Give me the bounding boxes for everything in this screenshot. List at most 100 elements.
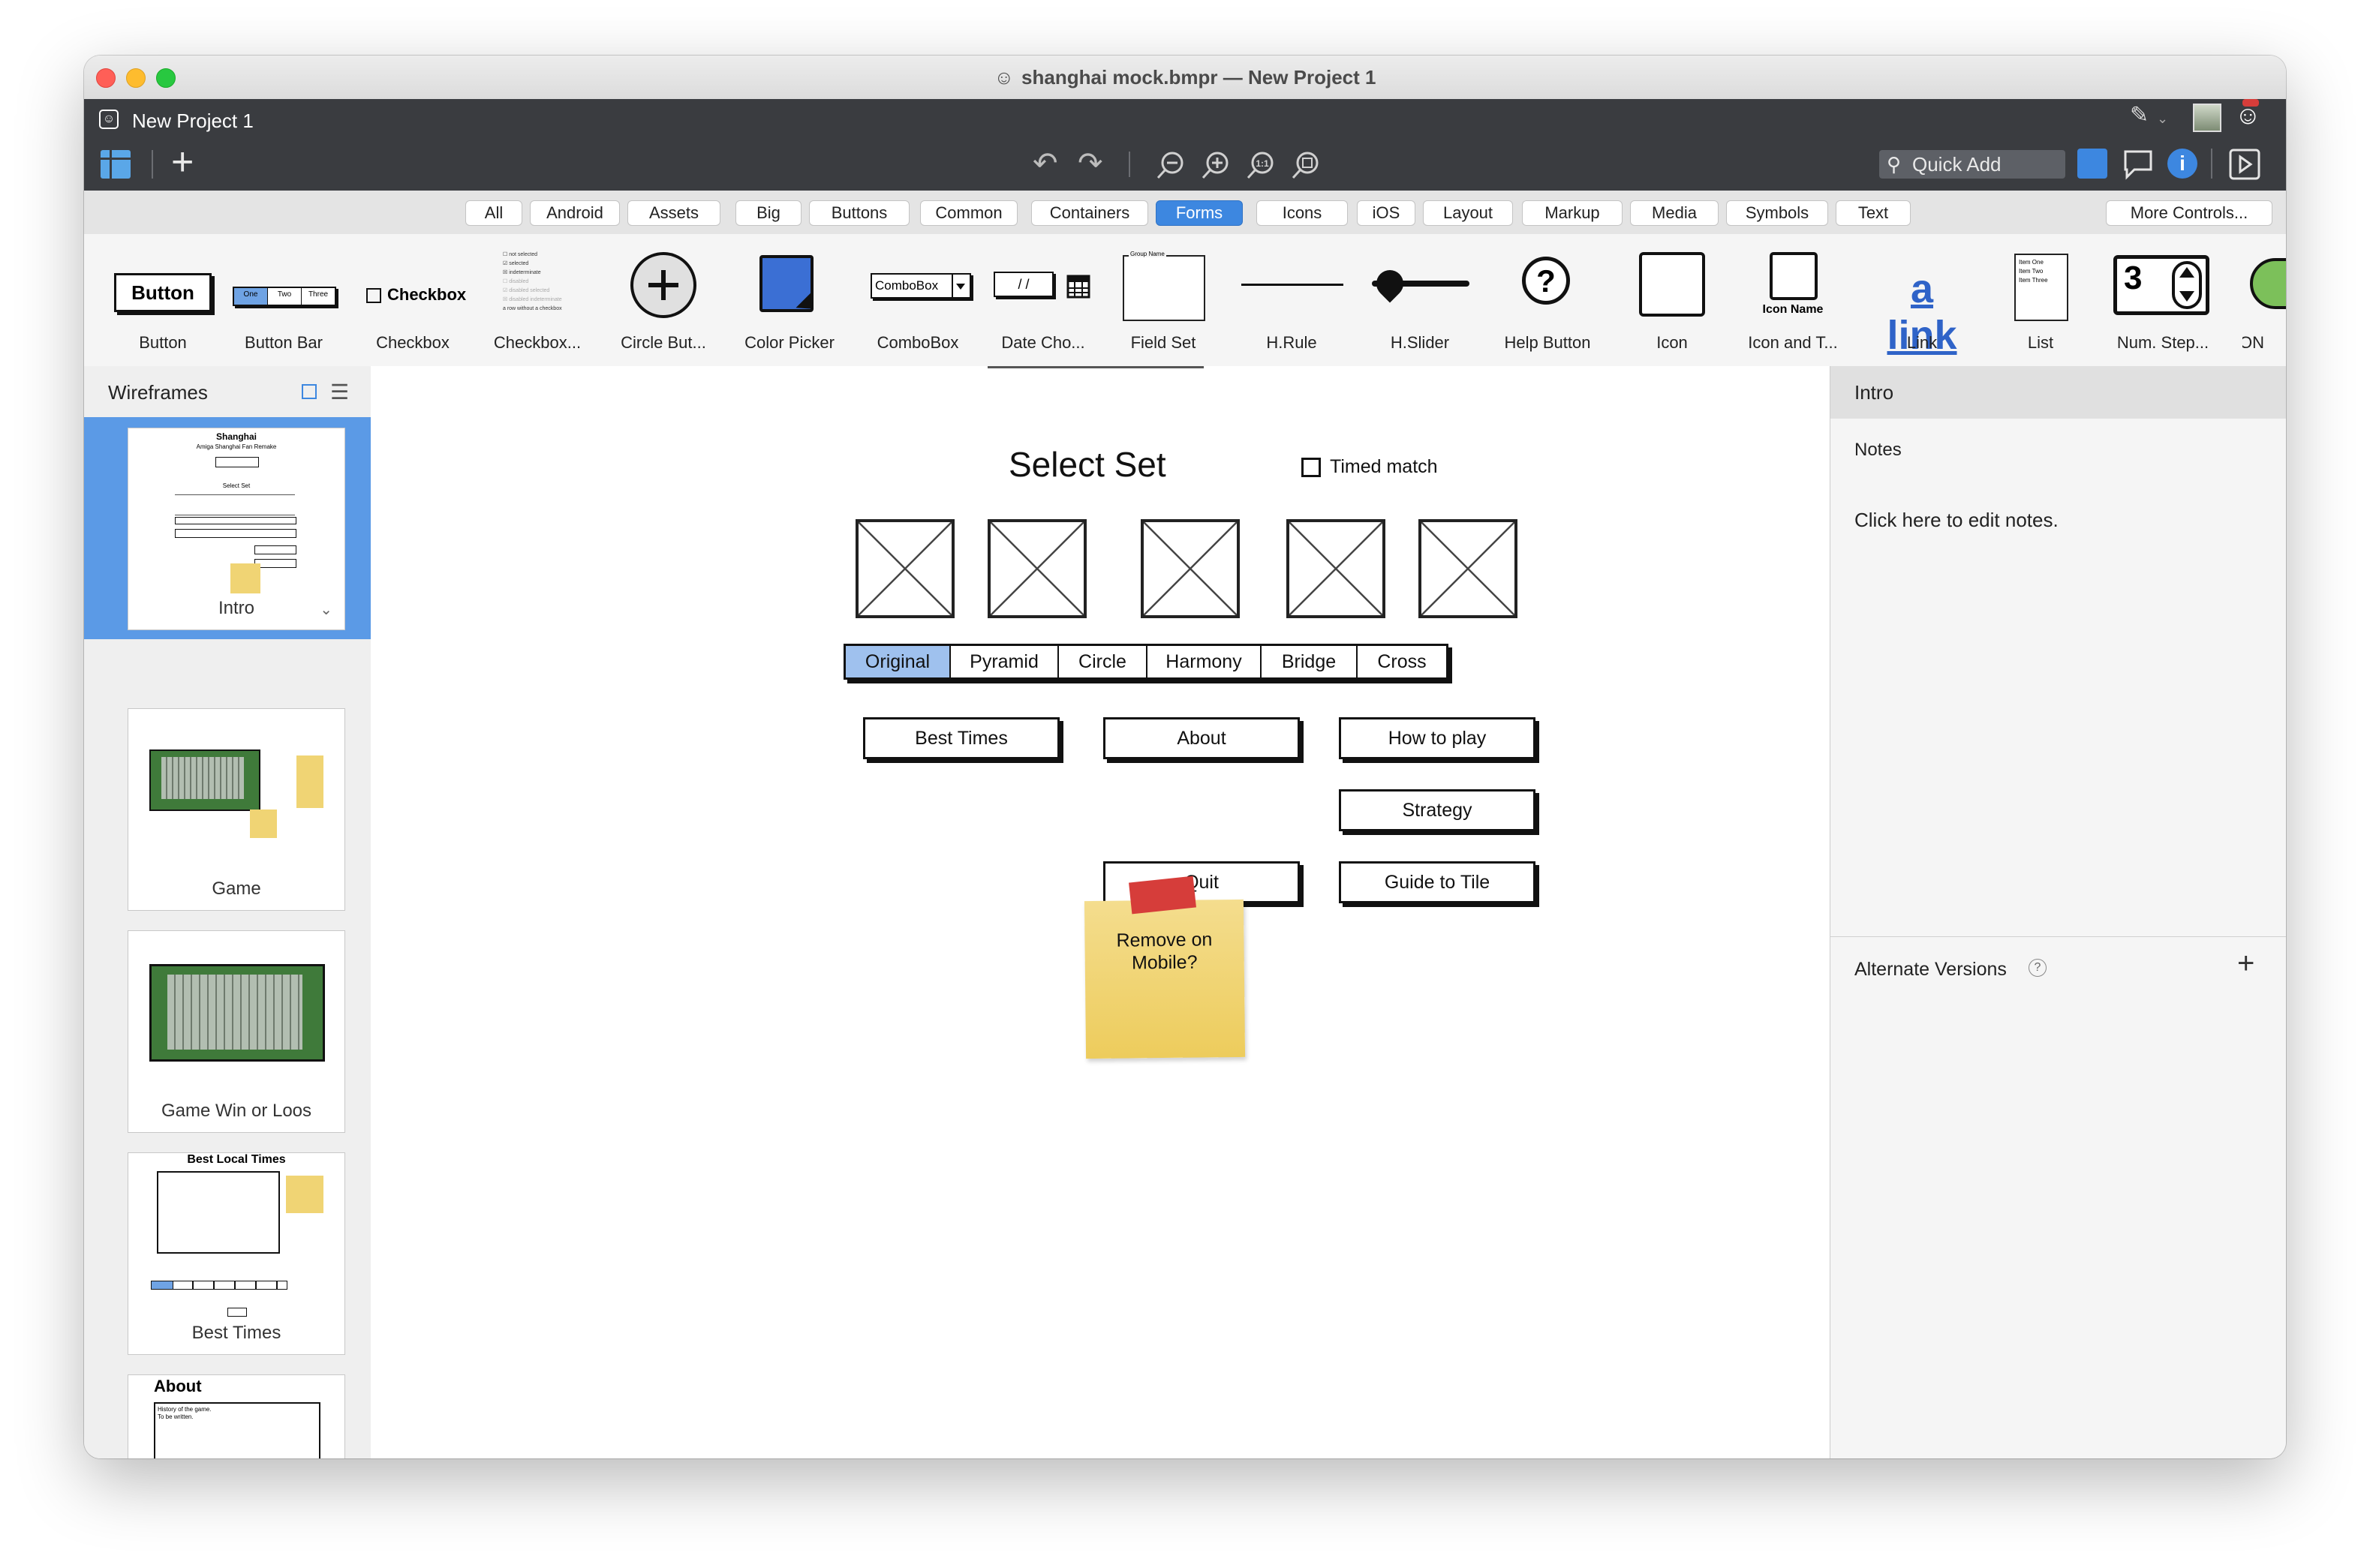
tab-assets[interactable]: Assets: [627, 200, 720, 226]
edit-pencil-icon[interactable]: ✎: [2130, 99, 2149, 132]
library-item-circle-button[interactable]: Circle But...: [618, 234, 708, 366]
tab-ios[interactable]: iOS: [1357, 200, 1415, 226]
wireframe-thumb-best-times[interactable]: Best Local Times Best Times: [128, 1152, 345, 1355]
library-item-switch[interactable]: ON: [2242, 234, 2286, 366]
combobox-preview: ComboBox: [869, 251, 971, 323]
set-option-cross[interactable]: Cross: [1358, 646, 1446, 677]
set-option-original[interactable]: Original: [846, 646, 951, 677]
library-item-icon-and-text[interactable]: Icon Name Icon and T...: [1748, 234, 1838, 366]
project-icon: ☺: [99, 110, 119, 129]
library-item-field-set[interactable]: Group Name Field Set: [1120, 234, 1207, 366]
more-controls-button[interactable]: More Controls...: [2106, 200, 2272, 226]
thumb-sticky-note-2: [250, 810, 277, 838]
tab-containers[interactable]: Containers: [1031, 200, 1148, 226]
library-item-date-chooser[interactable]: / / Date Cho...: [991, 234, 1096, 366]
library-item-help-button[interactable]: ? Help Button: [1502, 234, 1593, 366]
set-selector: Original Pyramid Circle Harmony Bridge C…: [844, 644, 1448, 680]
undo-icon[interactable]: ↶: [1033, 147, 1058, 180]
comments-icon[interactable]: [2122, 149, 2155, 180]
library-item-h-slider[interactable]: H.Slider: [1369, 234, 1471, 366]
sticky-note-tape: [1129, 876, 1196, 915]
placeholder-icon: [1770, 252, 1818, 300]
guide-to-tile-button[interactable]: Guide to Tile: [1339, 861, 1535, 903]
redo-icon[interactable]: ↷: [1078, 147, 1103, 180]
list-view-icon[interactable]: ☰: [330, 380, 349, 404]
add-wireframe-button[interactable]: +: [171, 143, 194, 182]
actual-size-icon[interactable]: 1:1: [1246, 150, 1276, 180]
library-item-list[interactable]: Item One Item Two Item Three List: [2007, 234, 2074, 366]
library-item-button[interactable]: Button Button: [111, 234, 215, 366]
zoom-fit-icon[interactable]: [1291, 150, 1321, 180]
tab-media[interactable]: Media: [1630, 200, 1719, 226]
timed-match-checkbox[interactable]: [1301, 458, 1321, 477]
zoom-out-icon[interactable]: [1156, 150, 1186, 180]
zoom-in-icon[interactable]: [1201, 150, 1231, 180]
tab-common[interactable]: Common: [920, 200, 1018, 226]
tab-text[interactable]: Text: [1836, 200, 1911, 226]
wireframe-thumb-game-win-or-loos[interactable]: Game Win or Loos: [128, 930, 345, 1133]
thumbnail-view-toggle[interactable]: [302, 384, 317, 399]
set-option-bridge[interactable]: Bridge: [1262, 646, 1358, 677]
thumb-sticky-note: [296, 755, 323, 808]
library-item-checkbox[interactable]: Checkbox Checkbox: [360, 234, 466, 366]
tab-all[interactable]: All: [465, 200, 522, 226]
search-icon: ⚲: [1887, 153, 1902, 176]
help-icon[interactable]: ?: [2029, 959, 2047, 977]
project-info-icon[interactable]: [2077, 149, 2107, 179]
tab-layout[interactable]: Layout: [1423, 200, 1513, 226]
wireframe-thumb-about[interactable]: About History of the game. To be written…: [128, 1374, 345, 1458]
set-image-5[interactable]: [1418, 519, 1517, 618]
help-button-preview: ?: [1502, 251, 1593, 323]
panel-divider: [1830, 936, 2286, 937]
timed-match-label[interactable]: Timed match: [1330, 456, 1438, 478]
library-item-numeric-stepper[interactable]: 3 Num. Step...: [2110, 234, 2215, 366]
tab-big[interactable]: Big: [735, 200, 802, 226]
slider-thumb: [1370, 264, 1409, 303]
strategy-button[interactable]: Strategy: [1339, 789, 1535, 831]
checkbox-preview: Checkbox: [360, 251, 466, 323]
library-item-h-rule[interactable]: H.Rule: [1238, 234, 1345, 366]
set-option-pyramid[interactable]: Pyramid: [951, 646, 1059, 677]
set-option-harmony[interactable]: Harmony: [1147, 646, 1262, 677]
chevron-down-icon[interactable]: ⌄: [320, 600, 332, 619]
wireframe-canvas[interactable]: Select Set Timed match Original Pyramid …: [371, 366, 1830, 1458]
numeric-stepper-preview: 3: [2110, 251, 2215, 323]
chevron-down-icon[interactable]: ⌄: [2157, 102, 2168, 135]
user-avatar[interactable]: [2193, 104, 2221, 132]
wireframe-thumb-game[interactable]: Game: [128, 708, 345, 911]
library-item-color-picker[interactable]: Color Picker: [744, 234, 835, 366]
set-image-1[interactable]: [856, 519, 955, 618]
best-times-button[interactable]: Best Times: [863, 717, 1060, 759]
chevron-down-icon: [2179, 291, 2194, 302]
library-item-icon[interactable]: Icon: [1635, 234, 1710, 366]
library-item-checkbox-group[interactable]: ☐ not selected ☑ selected ☒ indeterminat…: [492, 234, 582, 366]
properties-info-icon[interactable]: i: [2167, 149, 2197, 179]
checkbox-box-icon: [366, 288, 381, 303]
project-name[interactable]: New Project 1: [132, 110, 254, 133]
wireframe-thumb-intro[interactable]: Shanghai Amiga Shanghai Fan Remake Selec…: [128, 428, 345, 630]
quick-add-input[interactable]: ⚲ Quick Add: [1879, 150, 2065, 179]
set-image-3[interactable]: [1141, 519, 1240, 618]
notes-editor[interactable]: Click here to edit notes.: [1854, 509, 2059, 532]
set-image-4[interactable]: [1286, 519, 1385, 618]
select-set-heading[interactable]: Select Set: [1009, 444, 1166, 485]
about-button[interactable]: About: [1103, 717, 1300, 759]
toggle-panels-icon[interactable]: [101, 150, 131, 179]
tab-markup[interactable]: Markup: [1522, 200, 1623, 226]
library-item-link[interactable]: a link Link: [1873, 234, 1971, 366]
tab-symbols[interactable]: Symbols: [1726, 200, 1828, 226]
tab-buttons[interactable]: Buttons: [809, 200, 910, 226]
tab-icons[interactable]: Icons: [1256, 200, 1348, 226]
sticky-note[interactable]: Remove on Mobile?: [1084, 899, 1246, 1059]
library-item-combobox[interactable]: ComboBox ComboBox: [869, 234, 971, 366]
tab-forms[interactable]: Forms: [1156, 200, 1243, 226]
tab-android[interactable]: Android: [530, 200, 620, 226]
how-to-play-button[interactable]: How to play: [1339, 717, 1535, 759]
add-version-button[interactable]: +: [2237, 948, 2254, 978]
field-set-preview: Group Name: [1120, 251, 1207, 323]
library-item-button-bar[interactable]: One Two Three Button Bar: [231, 234, 336, 366]
presentation-mode-icon[interactable]: [2229, 149, 2260, 180]
set-image-2[interactable]: [988, 519, 1087, 618]
set-option-circle[interactable]: Circle: [1059, 646, 1147, 677]
chevron-up-icon: [2179, 267, 2194, 278]
